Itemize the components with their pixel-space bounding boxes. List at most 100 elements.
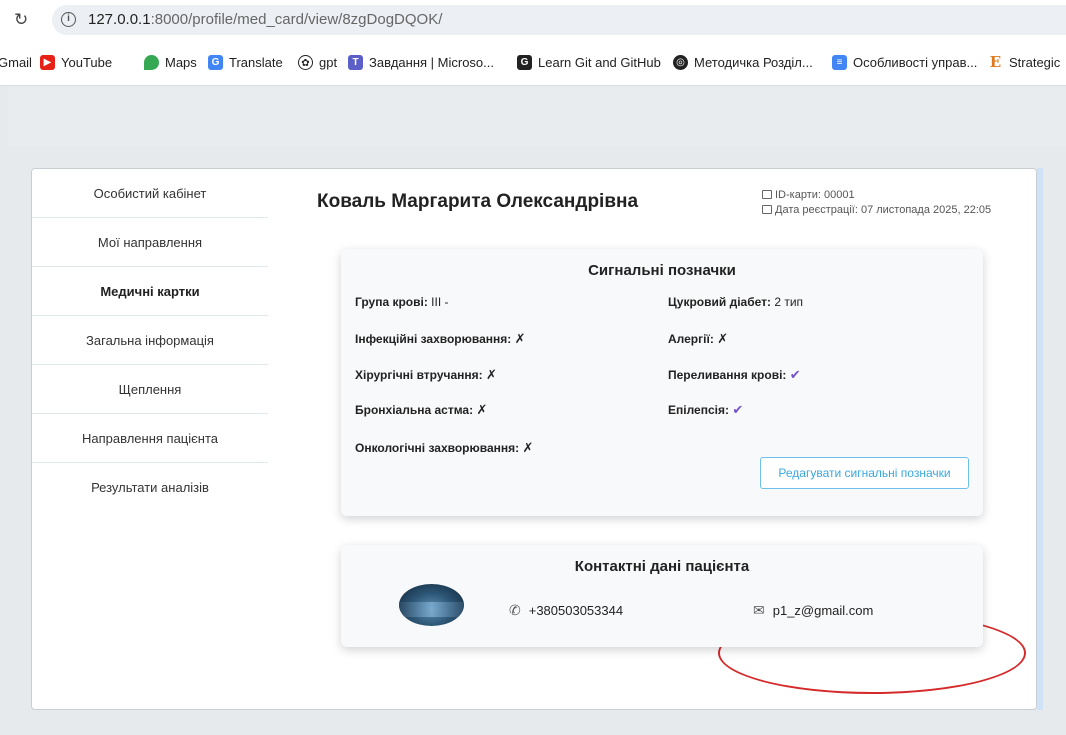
bookmark-docs[interactable]: ≡ Особливості управ... [832, 55, 977, 70]
epilepsy: Епілепсія: ✔ [668, 402, 743, 418]
teams-icon: T [348, 55, 363, 70]
bookmark-learn-git[interactable]: G Learn Git and GitHub [517, 55, 661, 70]
sidebar-item-label: Щеплення [118, 381, 182, 397]
patient-name: Коваль Маргарита Олександрівна [317, 191, 639, 212]
asthma-label: Бронхіальна астма: [355, 403, 474, 417]
sidebar-item-patient-referrals[interactable]: Направлення пацієнта [32, 414, 268, 463]
card-edge [1037, 168, 1043, 710]
bookmark-gmail[interactable]: Gmail [0, 55, 32, 70]
check-icon: ✔ [732, 402, 744, 417]
mail-icon: ✉ [753, 602, 765, 618]
edit-signal-markers-button[interactable]: Редагувати сигнальні позначки [760, 457, 969, 489]
bookmark-gpt[interactable]: ✿ gpt [298, 55, 337, 70]
sidebar-item-label: Загальна інформація [86, 332, 214, 348]
bookmark-translate[interactable]: G Translate [208, 55, 283, 70]
bookmark-methodichka[interactable]: ◎ Методичка Розділ... [673, 55, 813, 70]
cross-icon: ✗ [486, 367, 497, 382]
docs-icon: ≡ [832, 55, 847, 70]
email-address: p1_z@gmail.com [772, 603, 874, 618]
contacts-title: Контактні дані пацієнта [574, 558, 750, 575]
blood-transfusion: Переливання крові: ✔ [668, 367, 801, 383]
registration-date: Дата реєстрації: 07 листопада 2025, 22:0… [775, 204, 992, 216]
avatar [399, 584, 464, 626]
sidebar-item-general-info[interactable]: Загальна інформація [32, 316, 268, 365]
oncology-label: Онкологічні захворювання: [355, 441, 520, 455]
diabetes-value: 2 тип [774, 295, 804, 309]
sidebar: Особистий кабінет Мої направлення Медичн… [32, 169, 268, 512]
site-info-icon[interactable]: i [61, 12, 76, 27]
sidebar-item-label: Направлення пацієнта [81, 430, 218, 446]
surgeries: Хірургічні втручання: ✗ [355, 367, 497, 383]
page-header-band [8, 86, 1066, 146]
patient-contacts-panel: Контактні дані пацієнта ✆ +380503053344 ✉… [341, 545, 983, 647]
allergies-label: Алергії: [668, 332, 714, 346]
allergies: Алергії: ✗ [668, 331, 728, 347]
sidebar-item-test-results[interactable]: Результати аналізів [32, 463, 268, 512]
bookmark-label: Gmail [0, 55, 32, 70]
calendar-icon [762, 205, 772, 214]
url-path: :8000/profile/med_card/view/8zgDogDQOK/ [150, 11, 443, 28]
bookmark-label: Особливості управ... [853, 55, 978, 70]
bookmark-label: gpt [319, 55, 338, 70]
url-text: 127.0.0.1:8000/profile/med_card/view/8zg… [88, 11, 442, 28]
signal-markers-title: Сигнальні позначки [588, 262, 736, 279]
phone-row: ✆ +380503053344 [509, 602, 623, 619]
bronchial-asthma: Бронхіальна астма: ✗ [355, 402, 487, 418]
bookmark-youtube[interactable]: ▶ YouTube [40, 55, 112, 70]
check-icon: ✔ [789, 367, 801, 382]
bookmark-strategic[interactable]: E Strategic [988, 55, 1060, 70]
url-field[interactable]: i 127.0.0.1:8000/profile/med_card/view/8… [52, 5, 1066, 35]
browser-address-bar: ↻ i 127.0.0.1:8000/profile/med_card/view… [0, 0, 1066, 42]
sidebar-item-label: Мої направлення [97, 234, 203, 250]
card-id: ID-карти: 00001 [775, 189, 855, 201]
sidebar-item-my-referrals[interactable]: Мої направлення [32, 218, 268, 267]
reg-date-row: Дата реєстрації: 07 листопада 2025, 22:0… [762, 203, 991, 218]
blood-group-label: Група крові: [355, 295, 428, 309]
translate-icon: G [208, 55, 223, 70]
cross-icon: ✗ [476, 402, 488, 417]
diabetes-label: Цукровий діабет: [668, 295, 771, 309]
cross-icon: ✗ [514, 331, 526, 346]
bookmark-label: Learn Git and GitHub [538, 55, 661, 70]
id-card-icon [762, 190, 772, 199]
maps-icon [144, 55, 159, 70]
bookmark-label: YouTube [61, 55, 113, 70]
sidebar-item-medical-cards[interactable]: Медичні картки [32, 267, 268, 316]
globe-icon: ◎ [673, 55, 688, 70]
cross-icon: ✗ [717, 331, 729, 346]
sidebar-item-personal-cabinet[interactable]: Особистий кабінет [32, 169, 268, 218]
blood-group-value: III - [431, 295, 449, 309]
sidebar-item-label: Медичні картки [100, 283, 200, 299]
bookmark-microsoft-tasks[interactable]: T Завдання | Microso... [348, 55, 494, 70]
openai-icon: ✿ [298, 55, 313, 70]
strategic-icon: E [988, 53, 1003, 71]
avatar-city-image [399, 602, 464, 617]
url-host: 127.0.0.1 [88, 11, 151, 28]
transfusion-label: Переливання крові: [668, 368, 787, 382]
blood-group: Група крові: III - [355, 295, 449, 309]
bookmark-label: Strategic [1009, 55, 1061, 70]
bookmark-label: Завдання | Microso... [369, 55, 494, 70]
github-icon: G [517, 55, 532, 70]
phone-icon: ✆ [509, 602, 521, 618]
oncology: Онкологічні захворювання: ✗ [355, 440, 533, 456]
cross-icon: ✗ [522, 440, 534, 455]
card-meta: ID-карти: 00001 Дата реєстрації: 07 лист… [762, 188, 991, 218]
bookmark-label: Maps [165, 55, 197, 70]
bookmark-maps[interactable]: Maps [144, 55, 197, 70]
signal-markers-panel: Сигнальні позначки Група крові: III - Цу… [341, 249, 983, 516]
epilepsy-label: Епілепсія: [668, 403, 729, 417]
infectious-label: Інфекційні захворювання: [355, 332, 512, 346]
sidebar-item-label: Особистий кабінет [93, 185, 207, 201]
diabetes: Цукровий діабет: 2 тип [668, 295, 803, 309]
reload-icon[interactable]: ↻ [14, 10, 28, 30]
email-row: ✉ p1_z@gmail.com [753, 602, 873, 619]
phone-number: +380503053344 [528, 603, 624, 618]
sidebar-item-vaccinations[interactable]: Щеплення [32, 365, 268, 414]
infectious-diseases: Інфекційні захворювання: ✗ [355, 331, 526, 347]
bookmark-label: Translate [229, 55, 283, 70]
youtube-icon: ▶ [40, 55, 55, 70]
bookmark-label: Методичка Розділ... [694, 55, 813, 70]
card-id-row: ID-карти: 00001 [762, 188, 991, 203]
medical-card-container: Особистий кабінет Мої направлення Медичн… [31, 168, 1037, 710]
